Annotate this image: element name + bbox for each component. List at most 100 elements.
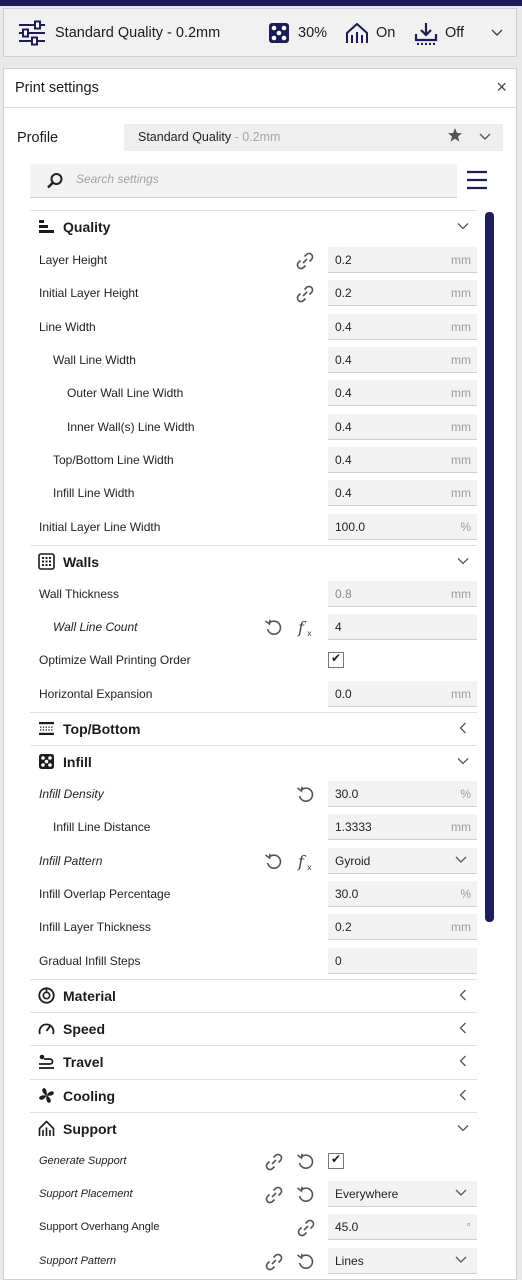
setting-input[interactable]: 0.4 mm	[328, 347, 477, 373]
section-walls[interactable]: Walls	[30, 545, 477, 577]
setting-dropdown[interactable]: Everywhere	[328, 1181, 477, 1207]
section-support[interactable]: Support	[30, 1112, 477, 1144]
setting-input[interactable]: 30.0%	[328, 781, 477, 807]
setting-input[interactable]: 100.0%	[328, 514, 477, 540]
profile-summary-label[interactable]: Standard Quality - 0.2mm	[55, 9, 220, 57]
setting-input[interactable]: 1.3333 mm	[328, 814, 477, 840]
chevron-left-icon[interactable]	[457, 1022, 469, 1034]
formula-icon[interactable]: fx	[296, 618, 316, 638]
setting-label: Line Width	[39, 320, 96, 334]
reset-icon[interactable]	[264, 852, 284, 872]
chevron-left-icon[interactable]	[457, 989, 469, 1001]
setting-initial-layer-height[interactable]: Initial Layer Height 0.2 mm	[30, 277, 477, 310]
chevron-down-icon[interactable]	[491, 9, 503, 57]
section-speed[interactable]: Speed	[30, 1012, 477, 1044]
link-icon[interactable]	[295, 284, 315, 304]
link-icon[interactable]	[296, 1218, 316, 1238]
setting-wall-line-count[interactable]: Wall Line Count fx 4	[30, 611, 477, 644]
formula-icon[interactable]: fx	[296, 852, 316, 872]
chevron-left-icon[interactable]	[457, 722, 469, 734]
setting-input[interactable]: 0.4 mm	[328, 380, 477, 406]
setting-input[interactable]: 0.4 mm	[328, 314, 477, 340]
setting-infill-layer-thickness[interactable]: Infill Layer Thickness 0.2 mm	[30, 911, 477, 944]
setting-initial-layer-line-width[interactable]: Initial Layer Line Width 100.0%	[30, 511, 477, 544]
setting-wall-line-width[interactable]: Wall Line Width 0.4 mm	[30, 344, 477, 377]
reset-icon[interactable]	[296, 785, 316, 805]
print-setup-summary-bar[interactable]: Standard Quality - 0.2mm 30% On Off	[3, 8, 517, 57]
checkbox[interactable]: ✔	[328, 651, 344, 668]
setting-input[interactable]: 45.0 °	[328, 1214, 477, 1240]
section-title: Material	[63, 988, 116, 1004]
setting-input[interactable]: 30.0%	[328, 881, 477, 907]
checkbox[interactable]: ✔	[328, 1152, 344, 1169]
setting-input[interactable]: 0.4 mm	[328, 447, 477, 473]
chevron-down-icon[interactable]	[457, 555, 469, 567]
setting-infill-line-width[interactable]: Infill Line Width 0.4 mm	[30, 477, 477, 510]
scrollbar[interactable]	[485, 212, 494, 922]
search-settings-field[interactable]	[30, 164, 457, 198]
setting-input[interactable]: 0.2 mm	[328, 280, 477, 306]
close-icon[interactable]: ×	[496, 77, 507, 98]
setting-input[interactable]: 0.4 mm	[328, 480, 477, 506]
setting-layer-height[interactable]: Layer Height 0.2 mm	[30, 244, 477, 277]
reset-icon[interactable]	[296, 1185, 316, 1205]
section-quality[interactable]: Quality	[30, 210, 477, 242]
chevron-down-icon[interactable]	[479, 128, 491, 146]
setting-infill-density[interactable]: Infill Density 30.0%	[30, 778, 477, 811]
star-icon[interactable]	[447, 127, 463, 143]
section-material[interactable]: Material	[30, 979, 477, 1011]
setting-value: 30.0	[335, 887, 359, 901]
reset-icon[interactable]	[296, 1152, 316, 1172]
setting-unit: mm	[451, 353, 471, 367]
setting-infill-overlap-percentage[interactable]: Infill Overlap Percentage 30.0%	[30, 878, 477, 911]
setting-input[interactable]: 0.0 mm	[328, 681, 477, 707]
top-strip	[0, 0, 522, 6]
setting-inner-wall-line-width[interactable]: Inner Wall(s) Line Width 0.4 mm	[30, 411, 477, 444]
setting-label: Infill Density	[39, 787, 104, 801]
setting-input[interactable]: 4	[328, 614, 477, 640]
link-icon[interactable]	[264, 1152, 284, 1172]
setting-dropdown[interactable]: Gyroid	[328, 848, 477, 874]
setting-horizontal-expansion[interactable]: Horizontal Expansion 0.0 mm	[30, 678, 477, 711]
profile-selector[interactable]: Standard Quality - 0.2mm	[124, 124, 503, 151]
setting-input[interactable]: 0.2 mm	[328, 247, 477, 273]
setting-top-bottom-line-width[interactable]: Top/Bottom Line Width 0.4 mm	[30, 444, 477, 477]
setting-unit: mm	[451, 486, 471, 500]
chevron-down-icon[interactable]	[457, 755, 469, 767]
chevron-down-icon[interactable]	[457, 1122, 469, 1134]
setting-support-overhang-angle[interactable]: Support Overhang Angle 45.0 °	[30, 1211, 477, 1244]
section-title: Speed	[63, 1021, 106, 1037]
setting-input[interactable]: 0.2 mm	[328, 914, 477, 940]
chevron-down-icon[interactable]	[457, 220, 469, 232]
quality-icon	[38, 218, 55, 235]
chevron-left-icon[interactable]	[457, 1055, 469, 1067]
link-icon[interactable]	[264, 1185, 284, 1205]
hamburger-menu-icon[interactable]	[466, 169, 488, 191]
setting-outer-wall-line-width[interactable]: Outer Wall Line Width 0.4 mm	[30, 377, 477, 410]
setting-input[interactable]: 0	[328, 948, 477, 974]
link-icon[interactable]	[264, 1252, 284, 1272]
section-travel[interactable]: Travel	[30, 1045, 477, 1077]
setting-support-pattern[interactable]: Support Pattern Lines	[30, 1245, 477, 1278]
setting-input[interactable]: 0.4 mm	[328, 414, 477, 440]
setting-input[interactable]: 0.8 mm	[328, 581, 477, 607]
setting-value: Gyroid	[335, 854, 371, 868]
section-infill[interactable]: Infill	[30, 745, 477, 777]
setting-infill-line-distance[interactable]: Infill Line Distance 1.3333 mm	[30, 811, 477, 844]
section-top-bottom[interactable]: Top/Bottom	[30, 712, 477, 744]
setting-support-placement[interactable]: Support Placement Everywhere	[30, 1178, 477, 1211]
setting-gradual-infill-steps[interactable]: Gradual Infill Steps 0	[30, 945, 477, 978]
reset-icon[interactable]	[264, 618, 284, 638]
setting-infill-pattern[interactable]: Infill Pattern fx Gyroid	[30, 845, 477, 878]
setting-value: 0.0	[335, 687, 352, 701]
setting-optimize-wall-printing-order[interactable]: Optimize Wall Printing Order ✔	[30, 644, 477, 677]
search-input[interactable]	[76, 172, 436, 186]
section-cooling[interactable]: Cooling	[30, 1079, 477, 1111]
link-icon[interactable]	[295, 251, 315, 271]
setting-wall-thickness[interactable]: Wall Thickness 0.8 mm	[30, 578, 477, 611]
setting-generate-support[interactable]: Generate Support ✔	[30, 1145, 477, 1178]
chevron-left-icon[interactable]	[457, 1089, 469, 1101]
setting-line-width[interactable]: Line Width 0.4 mm	[30, 311, 477, 344]
setting-dropdown[interactable]: Lines	[328, 1248, 477, 1274]
reset-icon[interactable]	[296, 1252, 316, 1272]
